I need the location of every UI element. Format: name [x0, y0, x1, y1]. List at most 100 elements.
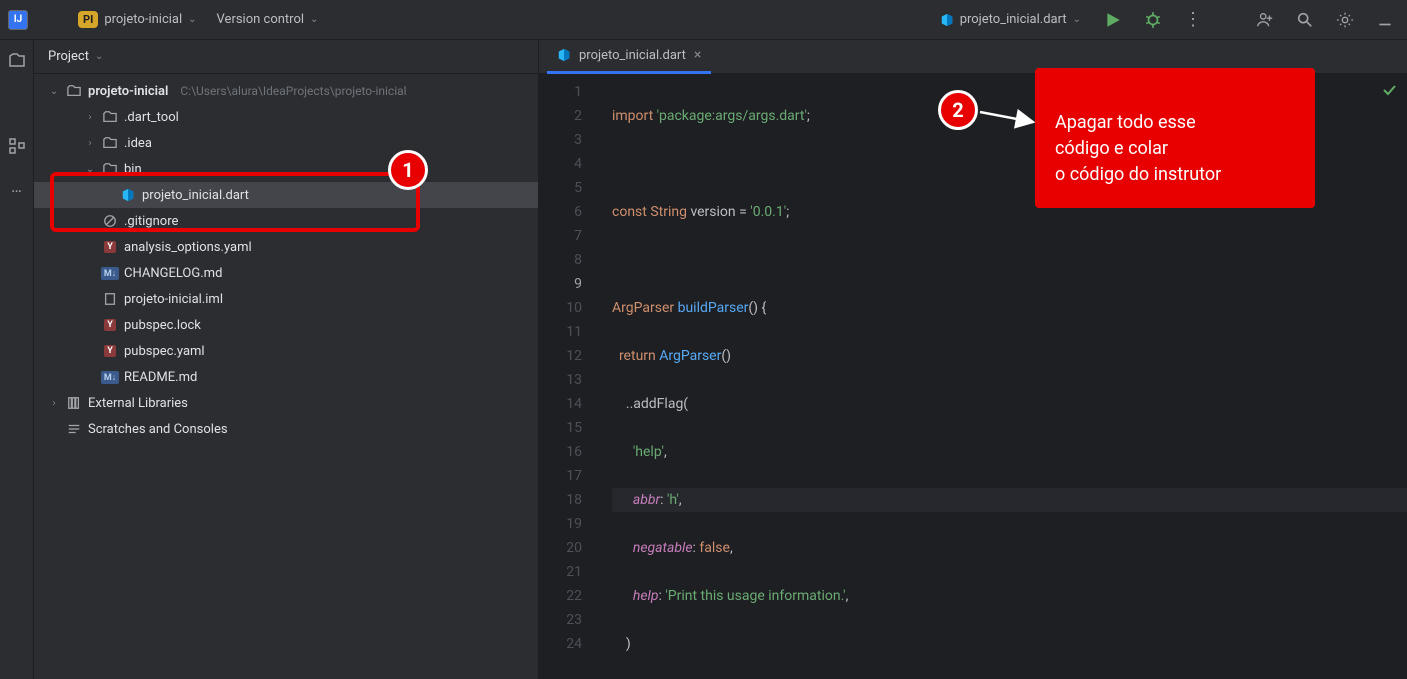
chevron-down-icon: ⌄ — [310, 14, 318, 25]
iml-file-icon — [102, 291, 118, 307]
line-number: 4 — [539, 152, 582, 176]
tree-arrow-icon[interactable]: › — [84, 112, 96, 123]
tree-item[interactable]: projeto-inicial.iml — [34, 286, 538, 312]
line-number: 6 — [539, 200, 582, 224]
project-tree: ⌄ projeto-inicial C:\Users\alura\IdeaPro… — [34, 74, 538, 446]
line-number: 23 — [539, 608, 582, 632]
tree-item-label: README.md — [124, 370, 197, 385]
yaml-file-icon: Y — [102, 239, 118, 255]
run-button[interactable] — [1099, 6, 1127, 34]
folder-icon — [102, 135, 118, 151]
editor-tab[interactable]: projeto_inicial.dart × — [547, 40, 711, 74]
yaml-file-icon: Y — [102, 317, 118, 333]
line-number: 5 — [539, 176, 582, 200]
line-number: 18 — [539, 488, 582, 512]
folder-icon — [102, 109, 118, 125]
tree-item-label: .dart_tool — [124, 110, 179, 125]
line-number: 2 — [539, 104, 582, 128]
tree-item[interactable]: Yanalysis_options.yaml — [34, 234, 538, 260]
tree-item-label: CHANGELOG.md — [124, 266, 222, 281]
tree-item-label: bin — [124, 162, 142, 177]
line-number: 8 — [539, 248, 582, 272]
structure-tool-icon[interactable] — [5, 134, 29, 158]
chevron-down-icon[interactable]: ⌄ — [48, 86, 60, 97]
left-tool-rail: … — [0, 40, 34, 679]
dart-file-icon — [940, 13, 954, 27]
project-tool-icon[interactable] — [5, 48, 29, 72]
line-number: 21 — [539, 560, 582, 584]
line-number: 1 — [539, 80, 582, 104]
external-libraries[interactable]: › External Libraries — [34, 390, 538, 416]
line-number: 12 — [539, 344, 582, 368]
line-number: 22 — [539, 584, 582, 608]
line-number: 7 — [539, 224, 582, 248]
line-number: 14 — [539, 392, 582, 416]
minimize-button[interactable] — [1371, 6, 1399, 34]
inspection-ok-icon[interactable] — [1381, 82, 1397, 98]
settings-button[interactable] — [1331, 6, 1359, 34]
tree-item-label: projeto_inicial.dart — [142, 188, 249, 203]
dart-file-icon — [120, 187, 136, 203]
tree-item[interactable]: .gitignore — [34, 208, 538, 234]
tree-item-label: pubspec.lock — [124, 318, 201, 333]
library-icon — [66, 395, 82, 411]
line-number: 24 — [539, 632, 582, 656]
tree-item-label: .idea — [124, 136, 152, 151]
tree-item-label: projeto-inicial.iml — [124, 292, 223, 307]
tree-item-label: analysis_options.yaml — [124, 240, 252, 255]
line-number: 10 — [539, 296, 582, 320]
project-name: projeto-inicial — [104, 12, 182, 27]
line-number: 9 — [539, 272, 582, 296]
line-number: 11 — [539, 320, 582, 344]
chevron-down-icon: ⌄ — [95, 51, 103, 62]
debug-button[interactable] — [1139, 6, 1167, 34]
top-toolbar: IJ PI projeto-inicial ⌄ Version control … — [0, 0, 1407, 40]
tree-item[interactable]: projeto_inicial.dart — [34, 182, 538, 208]
line-number: 16 — [539, 440, 582, 464]
annotation-badge-2: 2 — [938, 90, 978, 130]
annotation-badge-1: 1 — [388, 150, 428, 190]
line-number: 20 — [539, 536, 582, 560]
chevron-right-icon[interactable]: › — [48, 398, 60, 409]
folder-icon — [66, 83, 82, 99]
tree-arrow-icon[interactable]: ⌄ — [84, 164, 96, 175]
scratches-consoles[interactable]: Scratches and Consoles — [34, 416, 538, 442]
markdown-file-icon: M↓ — [102, 265, 118, 281]
project-panel: Project ⌄ ⌄ projeto-inicial C:\Users\alu… — [34, 40, 539, 679]
tree-arrow-icon[interactable]: › — [84, 138, 96, 149]
run-config-selector[interactable]: projeto_inicial.dart ⌄ — [934, 8, 1087, 31]
main-menu-button[interactable] — [36, 6, 64, 34]
chevron-down-icon: ⌄ — [1073, 14, 1081, 25]
editor-gutter: 123456789101112131415161718192021222324 — [539, 74, 594, 679]
gitignore-icon — [102, 213, 118, 229]
tree-item-label: pubspec.yaml — [124, 344, 205, 359]
line-number: 17 — [539, 464, 582, 488]
close-tab-icon[interactable]: × — [694, 47, 701, 63]
project-selector[interactable]: PI projeto-inicial ⌄ — [72, 7, 203, 32]
tree-item[interactable]: Ypubspec.yaml — [34, 338, 538, 364]
annotation-callout: Apagar todo esse código e colar o código… — [1035, 68, 1315, 208]
tree-item[interactable]: M↓ CHANGELOG.md — [34, 260, 538, 286]
line-number: 15 — [539, 416, 582, 440]
tree-item[interactable]: › .idea — [34, 130, 538, 156]
tree-item[interactable]: M↓README.md — [34, 364, 538, 390]
line-number: 3 — [539, 128, 582, 152]
tree-item[interactable]: › .dart_tool — [34, 104, 538, 130]
yaml-file-icon: Y — [102, 343, 118, 359]
project-panel-header[interactable]: Project ⌄ — [34, 40, 538, 74]
line-number: 13 — [539, 368, 582, 392]
project-badge: PI — [78, 11, 98, 28]
more-actions-button[interactable]: ⋮ — [1179, 6, 1207, 34]
more-tools-icon[interactable]: … — [5, 174, 29, 198]
code-with-me-button[interactable] — [1251, 6, 1279, 34]
tree-item[interactable]: Ypubspec.lock — [34, 312, 538, 338]
annotation-arrow — [978, 108, 1038, 132]
search-button[interactable] — [1291, 6, 1319, 34]
dart-file-icon — [557, 48, 571, 62]
ide-logo-icon: IJ — [8, 10, 28, 30]
vcs-menu[interactable]: Version control ⌄ — [211, 8, 325, 31]
tree-root[interactable]: ⌄ projeto-inicial C:\Users\alura\IdeaPro… — [34, 78, 538, 104]
tree-item[interactable]: ⌄ bin — [34, 156, 538, 182]
scratch-icon — [66, 421, 82, 437]
chevron-down-icon: ⌄ — [188, 14, 196, 25]
